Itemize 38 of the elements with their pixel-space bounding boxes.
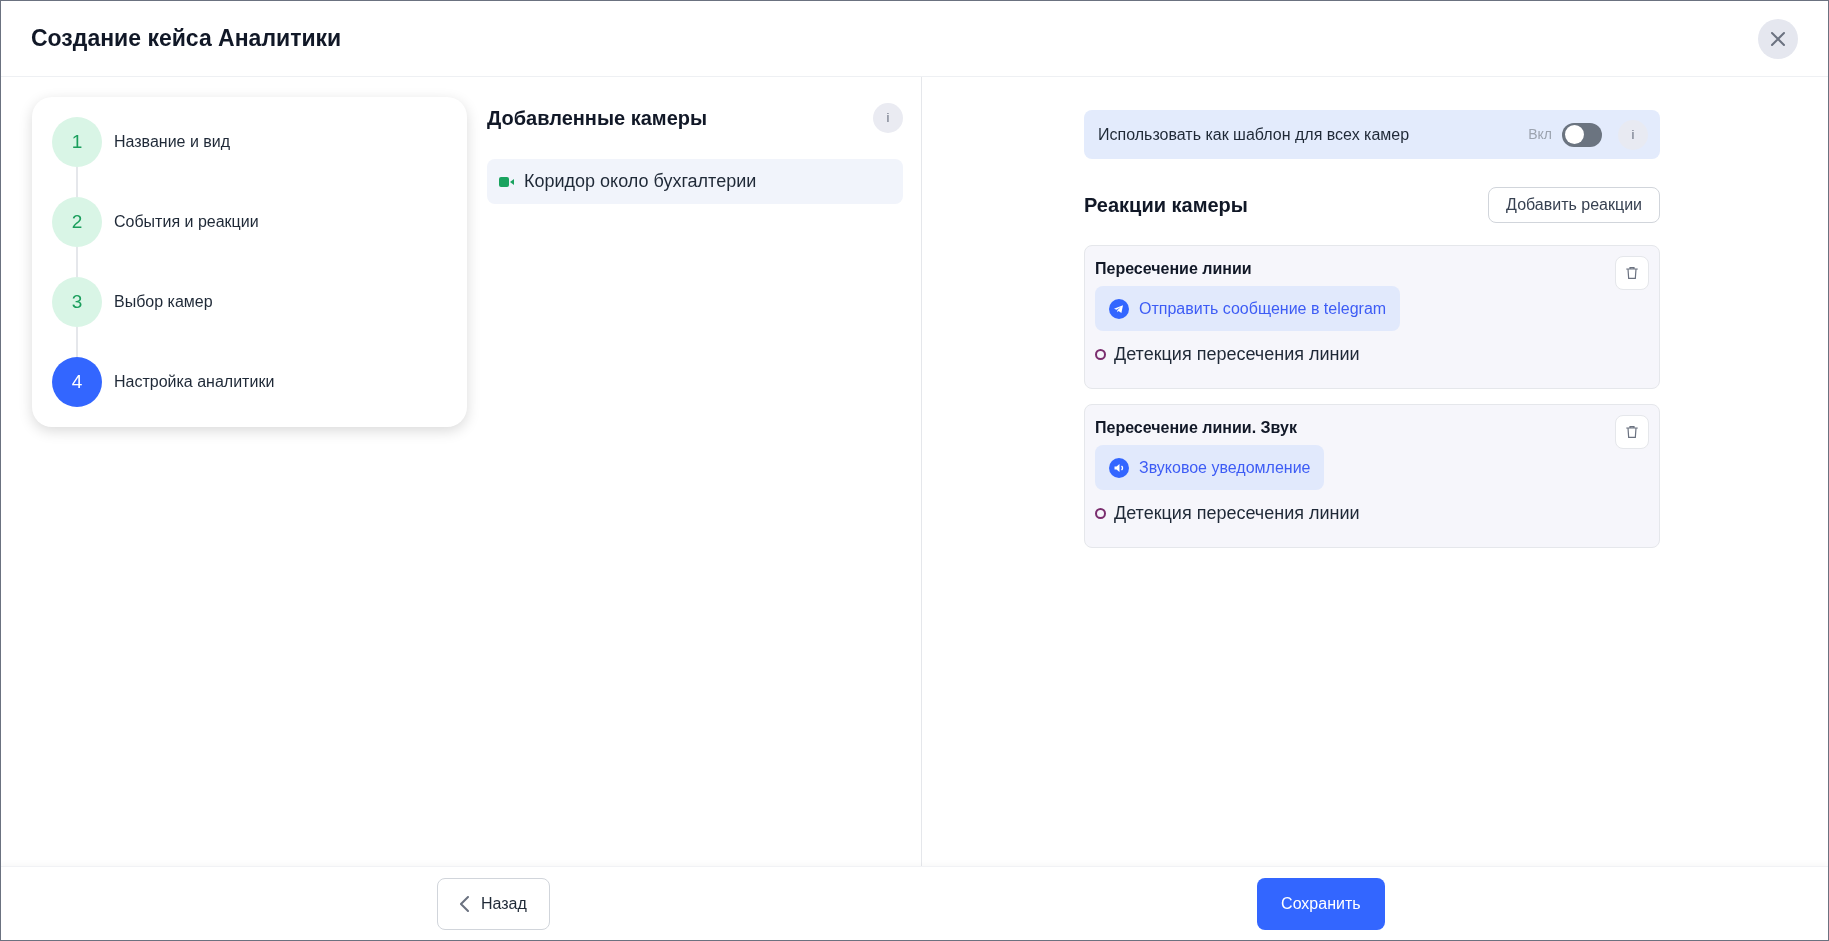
paper-plane-icon [1109, 298, 1129, 319]
step-label: Название и вид [114, 132, 231, 152]
reaction-title: Пересечение линии [1095, 259, 1252, 279]
detection-label: Детекция пересечения линии [1114, 343, 1360, 366]
action-chip[interactable]: Звуковое уведомление [1095, 445, 1325, 490]
step-label: События и реакции [114, 212, 259, 232]
action-chip[interactable]: Отправить сообщение в telegram [1095, 286, 1401, 331]
trash-icon [1624, 424, 1640, 440]
camera-item[interactable]: Коридор около бухгалтерии [487, 159, 903, 204]
toggle-label: Вкл [1528, 125, 1552, 144]
reaction-title: Пересечение линии. Звук [1095, 418, 1297, 438]
video-camera-icon [499, 176, 514, 187]
step-number: 4 [52, 357, 102, 407]
back-button[interactable]: Назад [437, 877, 550, 930]
dialog-title: Создание кейса Аналитики [31, 24, 342, 54]
info-button[interactable]: i [873, 103, 903, 133]
section-title: Реакции камеры [1084, 193, 1248, 218]
status-ring-icon [1095, 508, 1106, 519]
info-button[interactable]: i [1618, 119, 1648, 150]
delete-button[interactable] [1615, 256, 1649, 290]
close-button[interactable] [1758, 18, 1798, 59]
detection-label: Детекция пересечения линии [1114, 502, 1360, 525]
step-number: 2 [52, 197, 102, 247]
add-reactions-button[interactable]: Добавить реакции [1488, 187, 1660, 223]
section-title: Добавленные камеры [487, 106, 708, 131]
step-label: Выбор камер [114, 292, 213, 312]
toggle-switch[interactable] [1562, 122, 1602, 147]
save-button[interactable]: Сохранить [1256, 877, 1385, 930]
delete-button[interactable] [1615, 415, 1649, 449]
step-number: 1 [52, 117, 102, 167]
close-icon [1770, 30, 1786, 47]
template-label: Использовать как шаблон для всех камер [1098, 124, 1410, 145]
chevron-left-icon [460, 895, 469, 912]
step-label: Настройка аналитики [114, 372, 275, 392]
step-number: 3 [52, 277, 102, 327]
speaker-icon [1109, 457, 1129, 478]
status-ring-icon [1095, 349, 1106, 360]
trash-icon [1624, 265, 1640, 281]
